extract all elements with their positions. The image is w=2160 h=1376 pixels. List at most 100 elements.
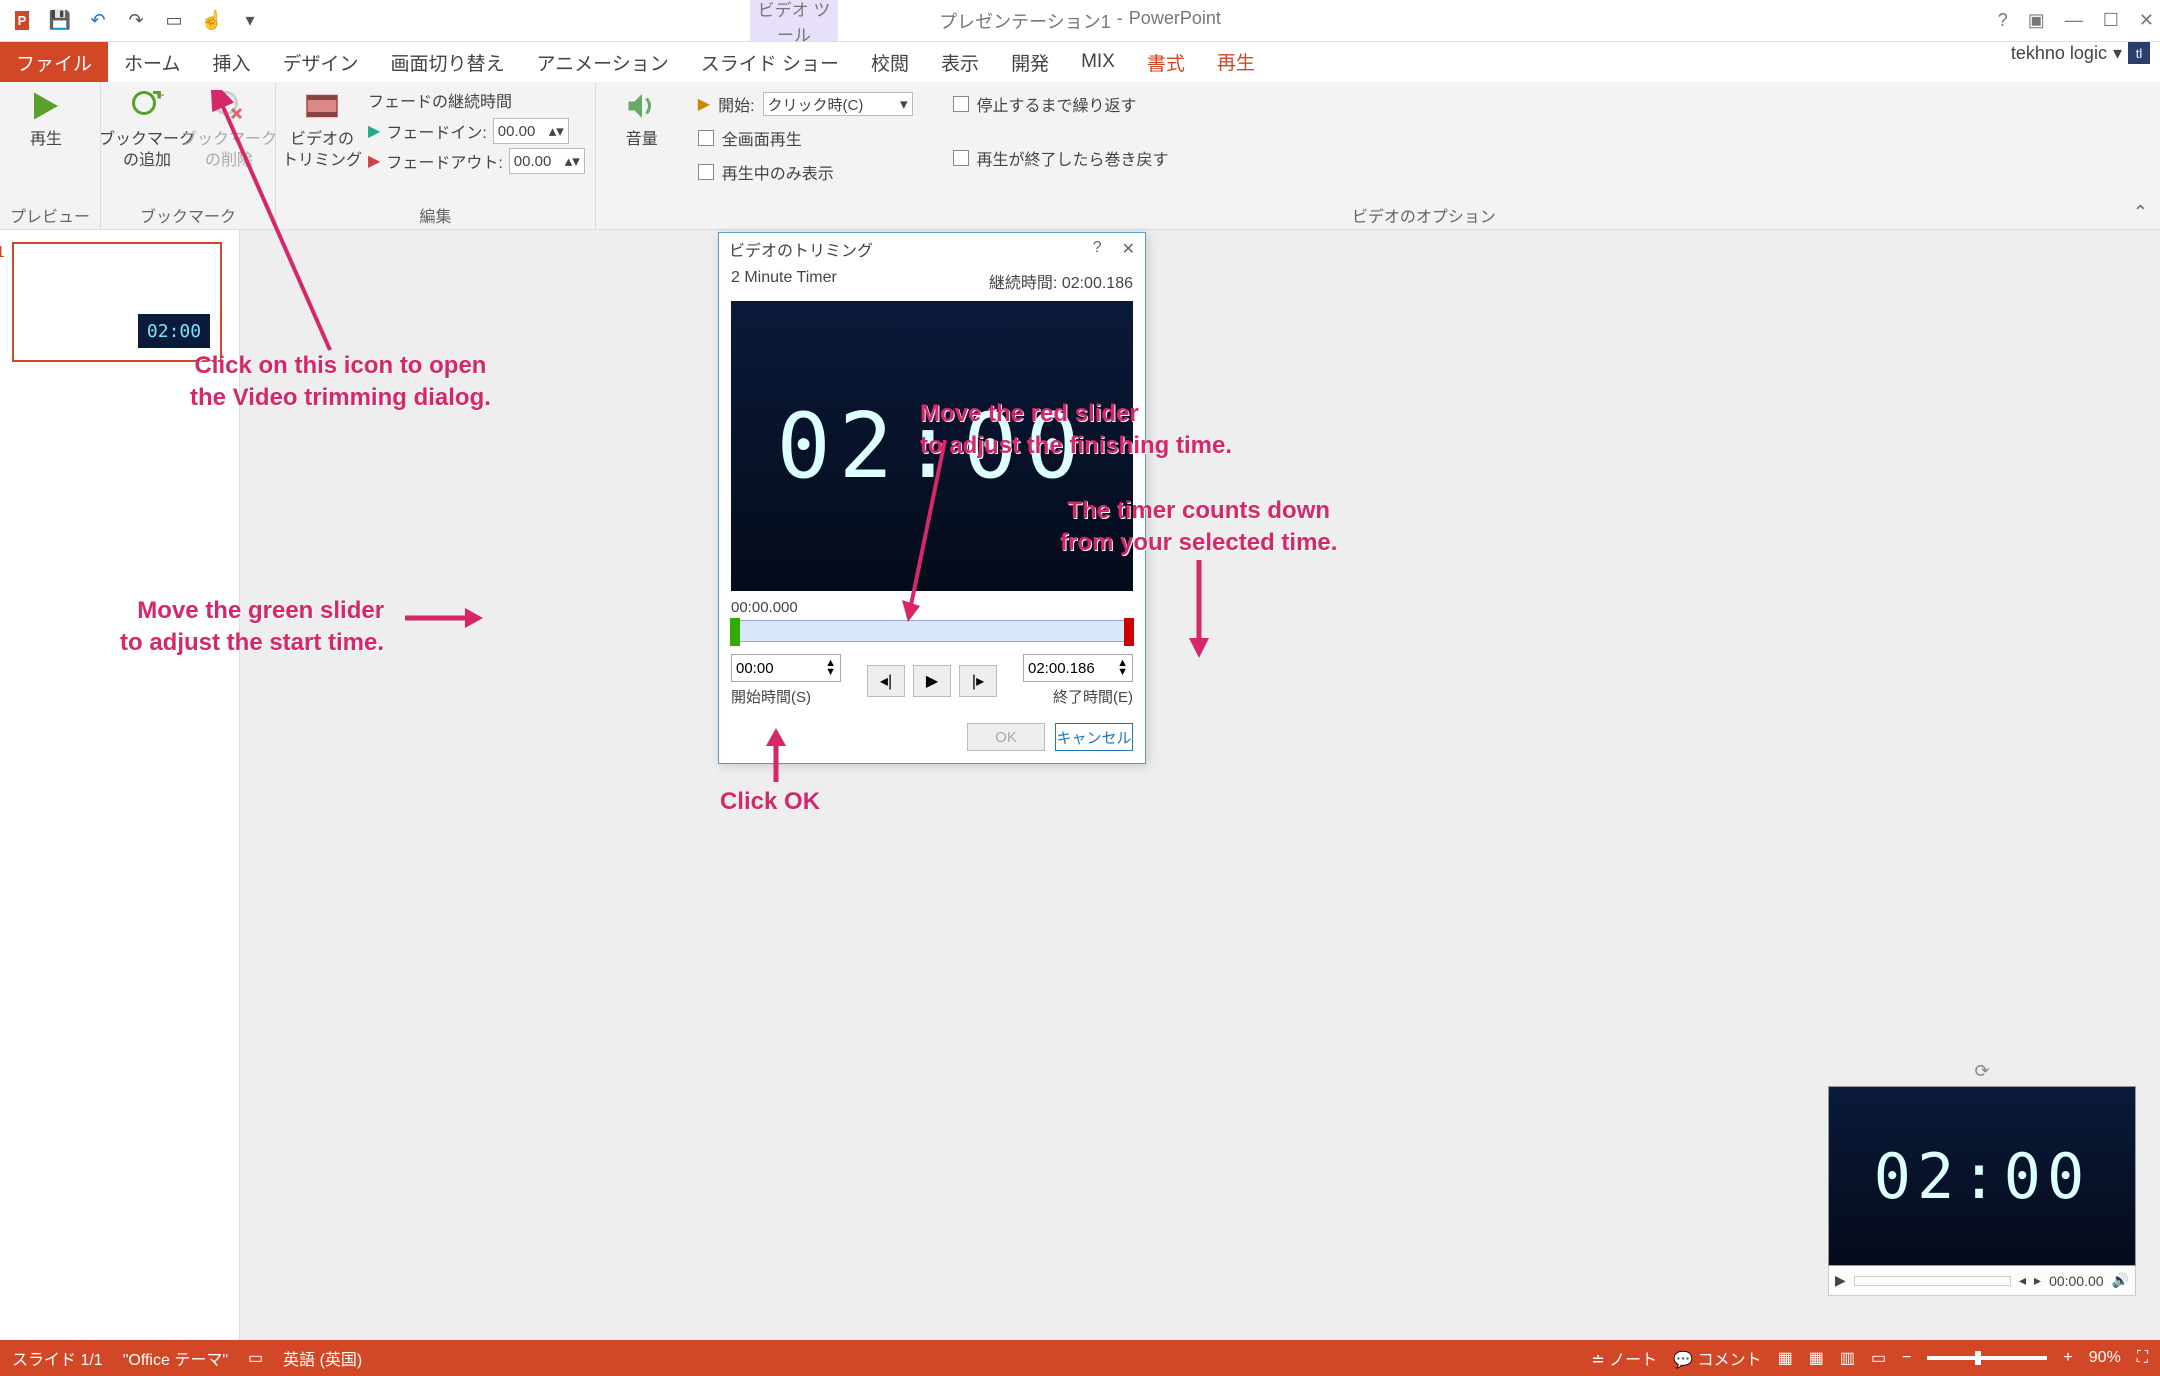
zoom-slider[interactable] — [1927, 1356, 2047, 1360]
tab-developer[interactable]: 開発 — [995, 42, 1065, 82]
tab-file[interactable]: ファイル — [0, 42, 108, 82]
slide-sorter-icon[interactable]: ▦ — [1809, 1348, 1824, 1368]
spinner-icon[interactable]: ▲▼ — [825, 659, 836, 677]
play-start-icon: ▶ — [698, 94, 710, 114]
tab-transitions[interactable]: 画面切り替え — [374, 42, 520, 82]
contextual-tab-group-label: ビデオ ツール — [750, 0, 838, 41]
start-label: 開始: — [718, 92, 754, 116]
loop-checkbox[interactable] — [953, 96, 969, 112]
tab-format[interactable]: 書式 — [1131, 42, 1201, 82]
ribbon-group-preview: 再生 プレビュー — [0, 82, 101, 229]
notes-button[interactable]: ≐ ノート — [1591, 1346, 1657, 1370]
reading-view-icon[interactable]: ▥ — [1840, 1348, 1855, 1368]
cancel-button[interactable]: キャンセル — [1055, 723, 1133, 751]
app-icon: P — [8, 7, 36, 35]
media-track[interactable] — [1854, 1276, 2011, 1286]
svg-text:+: + — [156, 88, 165, 104]
tab-mix[interactable]: MIX — [1065, 42, 1131, 82]
tab-view[interactable]: 表示 — [925, 42, 995, 82]
minimize-icon[interactable]: — — [2065, 10, 2083, 31]
play-preview-button[interactable]: ▶ — [913, 665, 951, 697]
media-volume-icon[interactable]: 🔊 — [2112, 1272, 2129, 1289]
hide-label: 再生中のみ表示 — [722, 160, 834, 184]
arrow-trim-icon — [210, 90, 590, 360]
comments-button[interactable]: 💬 コメント — [1673, 1346, 1761, 1370]
slide-timer-text: 02:00 — [1874, 1140, 2091, 1213]
arrow-timer — [1185, 560, 1215, 660]
start-from-beginning-icon[interactable]: ▭ — [160, 7, 188, 35]
add-bookmark-button[interactable]: + ブックマークの追加 — [111, 88, 183, 172]
end-time-input[interactable]: 02:00.186▲▼ — [1023, 654, 1133, 682]
tab-slideshow[interactable]: スライド ショー — [685, 42, 855, 82]
status-language[interactable]: 英語 (英国) — [283, 1346, 362, 1370]
annotation-ok: Click OK — [720, 786, 820, 818]
chevron-down-icon: ▾ — [900, 95, 908, 113]
trim-end-handle[interactable] — [1124, 618, 1134, 646]
tab-animations[interactable]: アニメーション — [521, 42, 685, 82]
undo-icon[interactable]: ↶ — [84, 7, 112, 35]
arrow-ok — [762, 728, 792, 788]
slide-video-object[interactable]: ⟳ 02:00 ▶ ◂ ▸ 00:00.00 🔊 — [1828, 1061, 2136, 1296]
spell-check-icon[interactable]: ▭ — [248, 1348, 263, 1368]
play-button[interactable]: 再生 — [10, 88, 82, 151]
help-icon[interactable]: ? — [1998, 10, 2008, 31]
quick-access-toolbar: P 💾 ↶ ↷ ▭ ☝ ▾ — [0, 7, 264, 35]
loop-label: 停止するまで繰り返す — [977, 92, 1137, 116]
fullscreen-checkbox[interactable] — [698, 130, 714, 146]
group-label-preview: プレビュー — [10, 199, 90, 227]
dialog-title: ビデオのトリミング — [729, 237, 873, 261]
normal-view-icon[interactable]: ▦ — [1778, 1348, 1793, 1368]
tab-review[interactable]: 校閲 — [855, 42, 925, 82]
dialog-titlebar[interactable]: ビデオのトリミング ? ✕ — [719, 233, 1145, 265]
start-select[interactable]: クリック時(C)▾ — [763, 92, 913, 116]
tab-playback[interactable]: 再生 — [1201, 42, 1271, 82]
annotation-red-slider: Move the red sliderto adjust the finishi… — [920, 398, 1232, 463]
redo-icon[interactable]: ↷ — [122, 7, 150, 35]
save-icon[interactable]: 💾 — [46, 7, 74, 35]
main-area: 1 02:00 ビデオのトリミング ? ✕ 2 Minute Timer 継続時… — [0, 230, 2160, 1340]
start-time-input[interactable]: 00:00▲▼ — [731, 654, 841, 682]
play-icon — [28, 88, 64, 124]
zoom-level[interactable]: 90% — [2089, 1349, 2121, 1367]
close-icon[interactable]: ✕ — [2139, 10, 2154, 31]
maximize-icon[interactable]: ☐ — [2103, 10, 2119, 31]
window-title: プレゼンテーション1 - PowerPoint — [939, 8, 1221, 34]
media-time: 00:00.00 — [2049, 1273, 2104, 1289]
slideshow-view-icon[interactable]: ▭ — [1871, 1348, 1886, 1368]
thumbnail-video: 02:00 — [138, 314, 210, 348]
app-name: PowerPoint — [1129, 8, 1221, 34]
slide-thumbnail-1[interactable]: 1 02:00 — [12, 242, 222, 362]
tab-insert[interactable]: 挿入 — [196, 42, 266, 82]
zoom-in-icon[interactable]: + — [2063, 1349, 2072, 1367]
video-frame[interactable]: 02:00 — [1828, 1086, 2136, 1266]
title-bar: P 💾 ↶ ↷ ▭ ☝ ▾ プレゼンテーション1 - PowerPoint ビデ… — [0, 0, 2160, 42]
tab-home[interactable]: ホーム — [108, 42, 196, 82]
qat-customize-icon[interactable]: ▾ — [236, 7, 264, 35]
annotation-green-slider: Move the green sliderto adjust the start… — [120, 595, 384, 660]
account-area[interactable]: tekhno logic ▾ tl — [2011, 42, 2150, 64]
media-play-icon[interactable]: ▶ — [1835, 1272, 1846, 1289]
tab-design[interactable]: デザイン — [266, 42, 374, 82]
ok-button[interactable]: OK — [967, 723, 1045, 751]
hide-checkbox[interactable] — [698, 164, 714, 180]
status-theme: "Office テーマ" — [123, 1346, 228, 1370]
spinner-icon[interactable]: ▲▼ — [1117, 659, 1128, 677]
media-forward-icon[interactable]: ▸ — [2034, 1272, 2041, 1289]
touch-mode-icon[interactable]: ☝ — [198, 7, 226, 35]
dialog-help-icon[interactable]: ? — [1093, 239, 1102, 259]
volume-button[interactable]: 音量 — [606, 88, 678, 151]
dialog-video-name: 2 Minute Timer — [731, 269, 837, 293]
media-back-icon[interactable]: ◂ — [2019, 1272, 2026, 1289]
collapse-ribbon-icon[interactable]: ⌃ — [2133, 202, 2148, 223]
next-frame-button[interactable]: |▸ — [959, 665, 997, 697]
ribbon-group-options: ▶ 開始: クリック時(C)▾ 全画面再生 再生中のみ表示 停止するまで繰り返す… — [688, 82, 2160, 229]
rewind-checkbox[interactable] — [953, 150, 969, 166]
ribbon-display-icon[interactable]: ▣ — [2028, 10, 2045, 31]
prev-frame-button[interactable]: ◂| — [867, 665, 905, 697]
fit-to-window-icon[interactable]: ⛶ — [2137, 1349, 2148, 1367]
trim-start-handle[interactable] — [730, 618, 740, 646]
dialog-close-icon[interactable]: ✕ — [1122, 239, 1135, 259]
zoom-out-icon[interactable]: − — [1902, 1349, 1911, 1367]
account-menu-icon[interactable]: ▾ — [2113, 43, 2122, 64]
rotate-handle-icon[interactable]: ⟳ — [1828, 1061, 2136, 1082]
